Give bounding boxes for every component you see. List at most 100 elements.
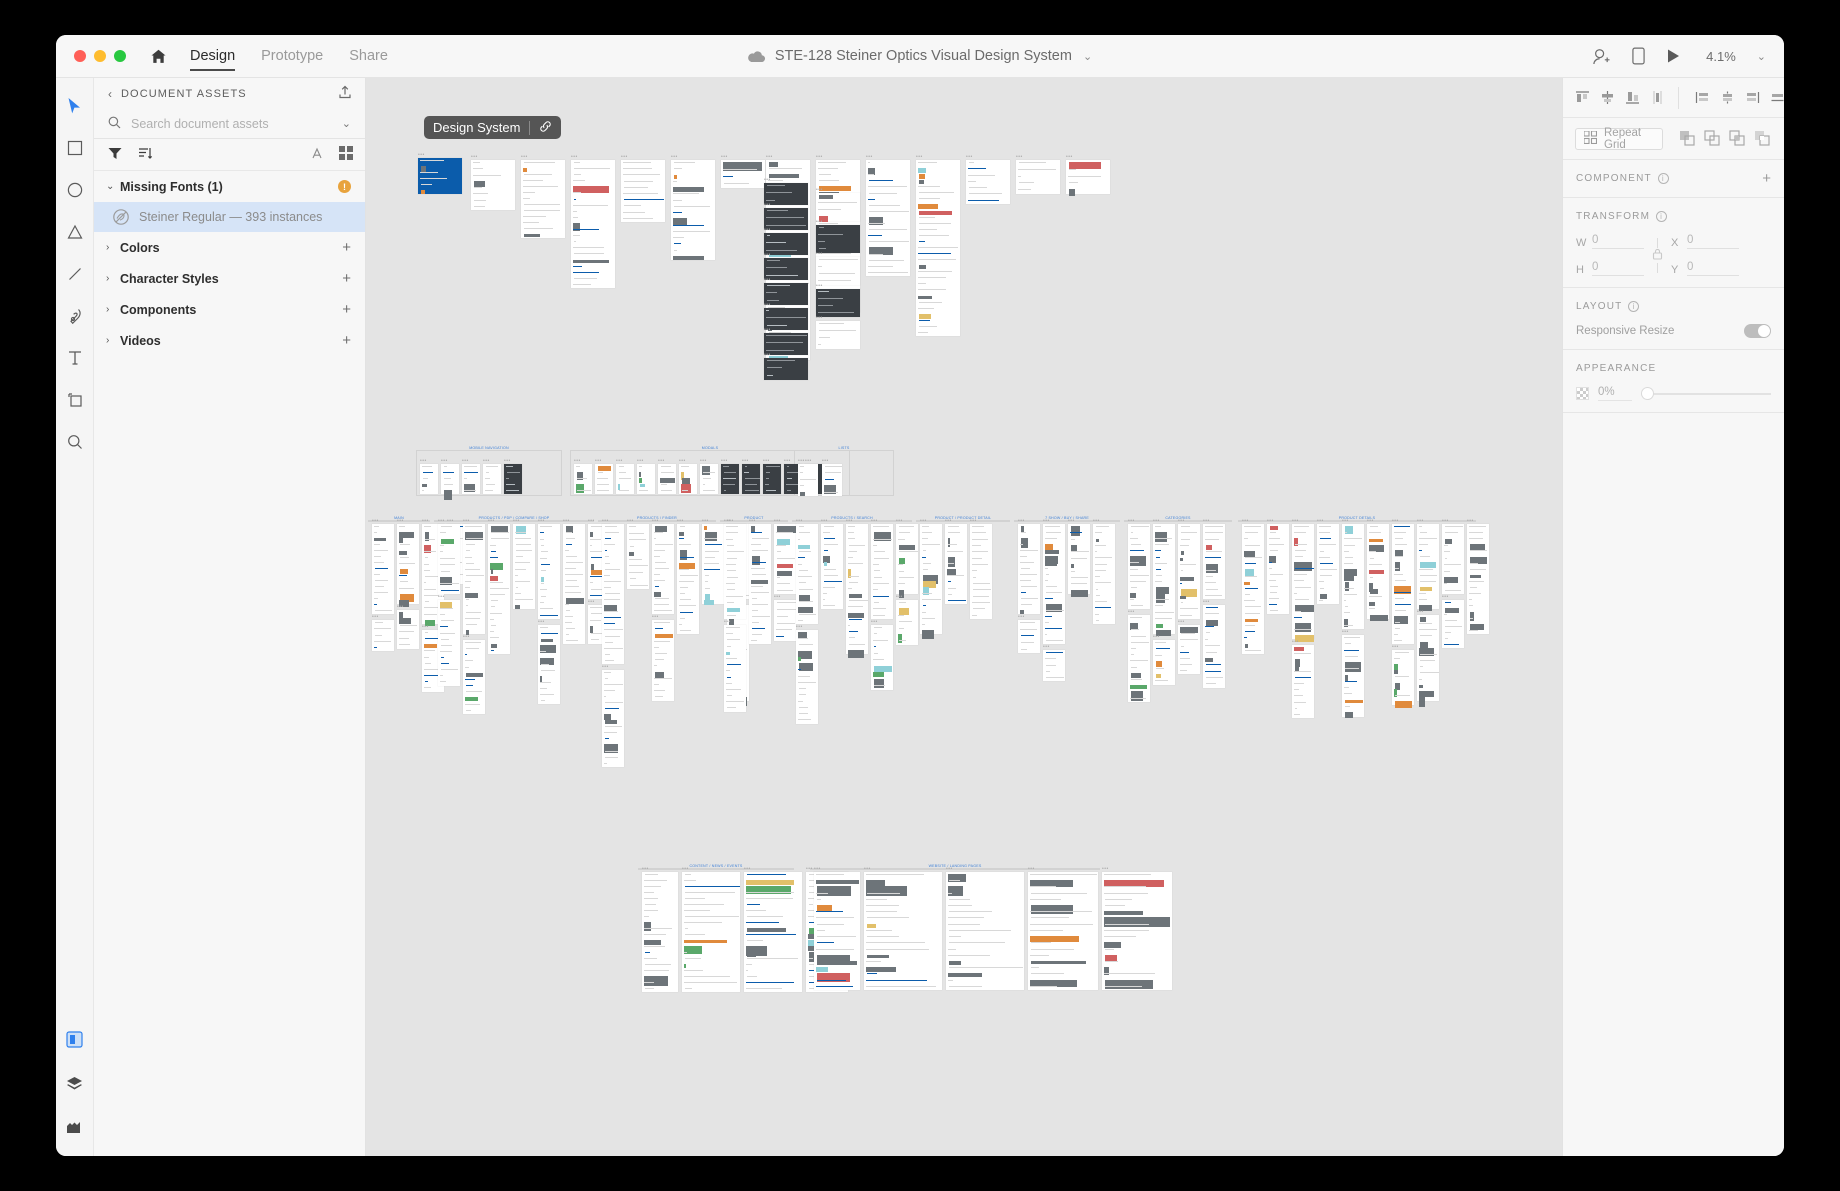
artboard[interactable]: •••: [463, 524, 485, 634]
align-middle-icon[interactable]: [1646, 87, 1668, 109]
artboard[interactable]: •••: [724, 625, 746, 712]
repeat-grid-button[interactable]: Repeat Grid: [1575, 128, 1663, 150]
artboard[interactable]: •••: [1128, 524, 1150, 609]
artboard[interactable]: •••: [721, 464, 739, 494]
intersect-shape-icon[interactable]: [1729, 130, 1747, 148]
height-field[interactable]: H 0: [1576, 261, 1644, 276]
artboard[interactable]: •••: [920, 524, 942, 634]
artboard[interactable]: •••: [744, 872, 802, 992]
tab-design[interactable]: Design: [190, 35, 235, 78]
assets-section-colors[interactable]: › Colors +: [94, 232, 365, 263]
artboard[interactable]: •••: [488, 524, 510, 654]
artboard[interactable]: •••: [621, 160, 665, 222]
artboard[interactable]: •••: [571, 160, 615, 288]
artboard[interactable]: •••: [521, 160, 565, 238]
artboard[interactable]: •••: [1417, 524, 1439, 609]
artboard[interactable]: •••: [1242, 524, 1264, 654]
close-window-button[interactable]: [74, 50, 86, 62]
pen-tool[interactable]: [60, 301, 90, 331]
artboard[interactable]: •••: [627, 524, 649, 589]
add-shape-icon[interactable]: [1679, 130, 1697, 148]
artboard[interactable]: •••: [816, 257, 860, 285]
opacity-value[interactable]: 0%: [1598, 386, 1632, 401]
artboard[interactable]: •••: [946, 872, 1024, 990]
artboard[interactable]: •••: [814, 872, 860, 990]
artboard[interactable]: •••: [1367, 524, 1389, 619]
artboard[interactable]: •••: [1016, 160, 1060, 194]
artboard[interactable]: •••: [749, 524, 771, 644]
artboard[interactable]: •••: [1342, 524, 1364, 629]
text-style-icon[interactable]: [311, 147, 325, 163]
desktop-preview-icon[interactable]: [1666, 48, 1681, 64]
selected-artboard-label[interactable]: Design System: [424, 116, 561, 139]
artboard[interactable]: •••: [671, 160, 715, 260]
artboard-group[interactable]: CONTENT / NEWS / EVENTS: [638, 864, 794, 870]
artboard[interactable]: •••: [637, 464, 655, 494]
layers-panel-button[interactable]: [60, 1068, 90, 1098]
artboard[interactable]: •••: [1442, 524, 1464, 594]
share-assets-icon[interactable]: [338, 85, 352, 102]
align-center-horizontal-icon[interactable]: [1596, 87, 1618, 109]
artboard[interactable]: •••: [574, 464, 592, 494]
artboard[interactable]: •••: [1153, 524, 1175, 634]
triangle-tool[interactable]: [60, 217, 90, 247]
artboard[interactable]: •••: [1417, 615, 1439, 701]
add-video-button[interactable]: +: [342, 333, 351, 348]
artboard[interactable]: •••: [1203, 605, 1225, 688]
artboard[interactable]: •••: [1317, 524, 1339, 604]
artboard[interactable]: •••: [418, 158, 462, 194]
artboard[interactable]: •••: [1102, 872, 1172, 990]
artboard[interactable]: •••: [796, 630, 818, 724]
invite-user-icon[interactable]: [1592, 48, 1611, 65]
artboard[interactable]: •••: [871, 625, 893, 690]
artboard[interactable]: •••: [441, 464, 459, 494]
y-field[interactable]: Y 0: [1671, 261, 1739, 276]
design-canvas[interactable]: Design System ••••••••••••••••••••••••••…: [366, 78, 1562, 1156]
artboard[interactable]: •••: [463, 640, 485, 714]
artboard[interactable]: •••: [764, 358, 808, 380]
artboard[interactable]: •••: [679, 464, 697, 494]
back-chevron-icon[interactable]: ‹: [108, 87, 112, 101]
artboard[interactable]: •••: [1178, 524, 1200, 619]
artboard[interactable]: •••: [462, 464, 480, 494]
artboard[interactable]: •••: [816, 193, 860, 221]
artboard[interactable]: •••: [816, 289, 860, 317]
artboard[interactable]: •••: [700, 464, 718, 494]
artboard[interactable]: •••: [1467, 524, 1489, 634]
artboard[interactable]: •••: [864, 872, 942, 990]
artboard[interactable]: •••: [822, 464, 842, 496]
artboard[interactable]: •••: [1068, 524, 1090, 594]
y-value[interactable]: 0: [1687, 261, 1739, 276]
height-value[interactable]: 0: [1592, 261, 1644, 276]
exclude-shape-icon[interactable]: [1754, 130, 1772, 148]
align-right-icon[interactable]: [1621, 87, 1643, 109]
artboard[interactable]: •••: [1342, 635, 1364, 717]
artboard[interactable]: •••: [763, 464, 781, 494]
artboard[interactable]: •••: [471, 160, 515, 210]
minimize-window-button[interactable]: [94, 50, 106, 62]
rectangle-tool[interactable]: [60, 133, 90, 163]
artboard-tool[interactable]: [60, 385, 90, 415]
sort-icon[interactable]: [138, 147, 152, 163]
artboard[interactable]: •••: [652, 524, 674, 614]
add-component-button[interactable]: +: [342, 302, 351, 317]
artboard[interactable]: •••: [397, 610, 419, 649]
artboard[interactable]: •••: [1442, 600, 1464, 648]
home-icon[interactable]: [148, 46, 168, 66]
artboard[interactable]: •••: [513, 524, 535, 609]
artboard[interactable]: •••: [1018, 524, 1040, 614]
magnifier-icon[interactable]: [60, 427, 90, 457]
artboard[interactable]: •••: [796, 524, 818, 624]
artboard[interactable]: •••: [774, 600, 796, 641]
artboard[interactable]: •••: [602, 524, 624, 664]
artboard[interactable]: •••: [1043, 650, 1065, 681]
filter-icon[interactable]: [108, 147, 122, 163]
tab-prototype[interactable]: Prototype: [261, 35, 323, 78]
artboard[interactable]: •••: [602, 670, 624, 767]
assets-section-missing-fonts[interactable]: ⌄ Missing Fonts (1) !: [94, 171, 365, 202]
artboard[interactable]: •••: [702, 524, 724, 604]
assets-search-bar[interactable]: ⌄: [94, 109, 365, 139]
artboard[interactable]: •••: [483, 464, 501, 494]
artboard[interactable]: •••: [871, 524, 893, 619]
width-field[interactable]: W 0: [1576, 234, 1644, 249]
